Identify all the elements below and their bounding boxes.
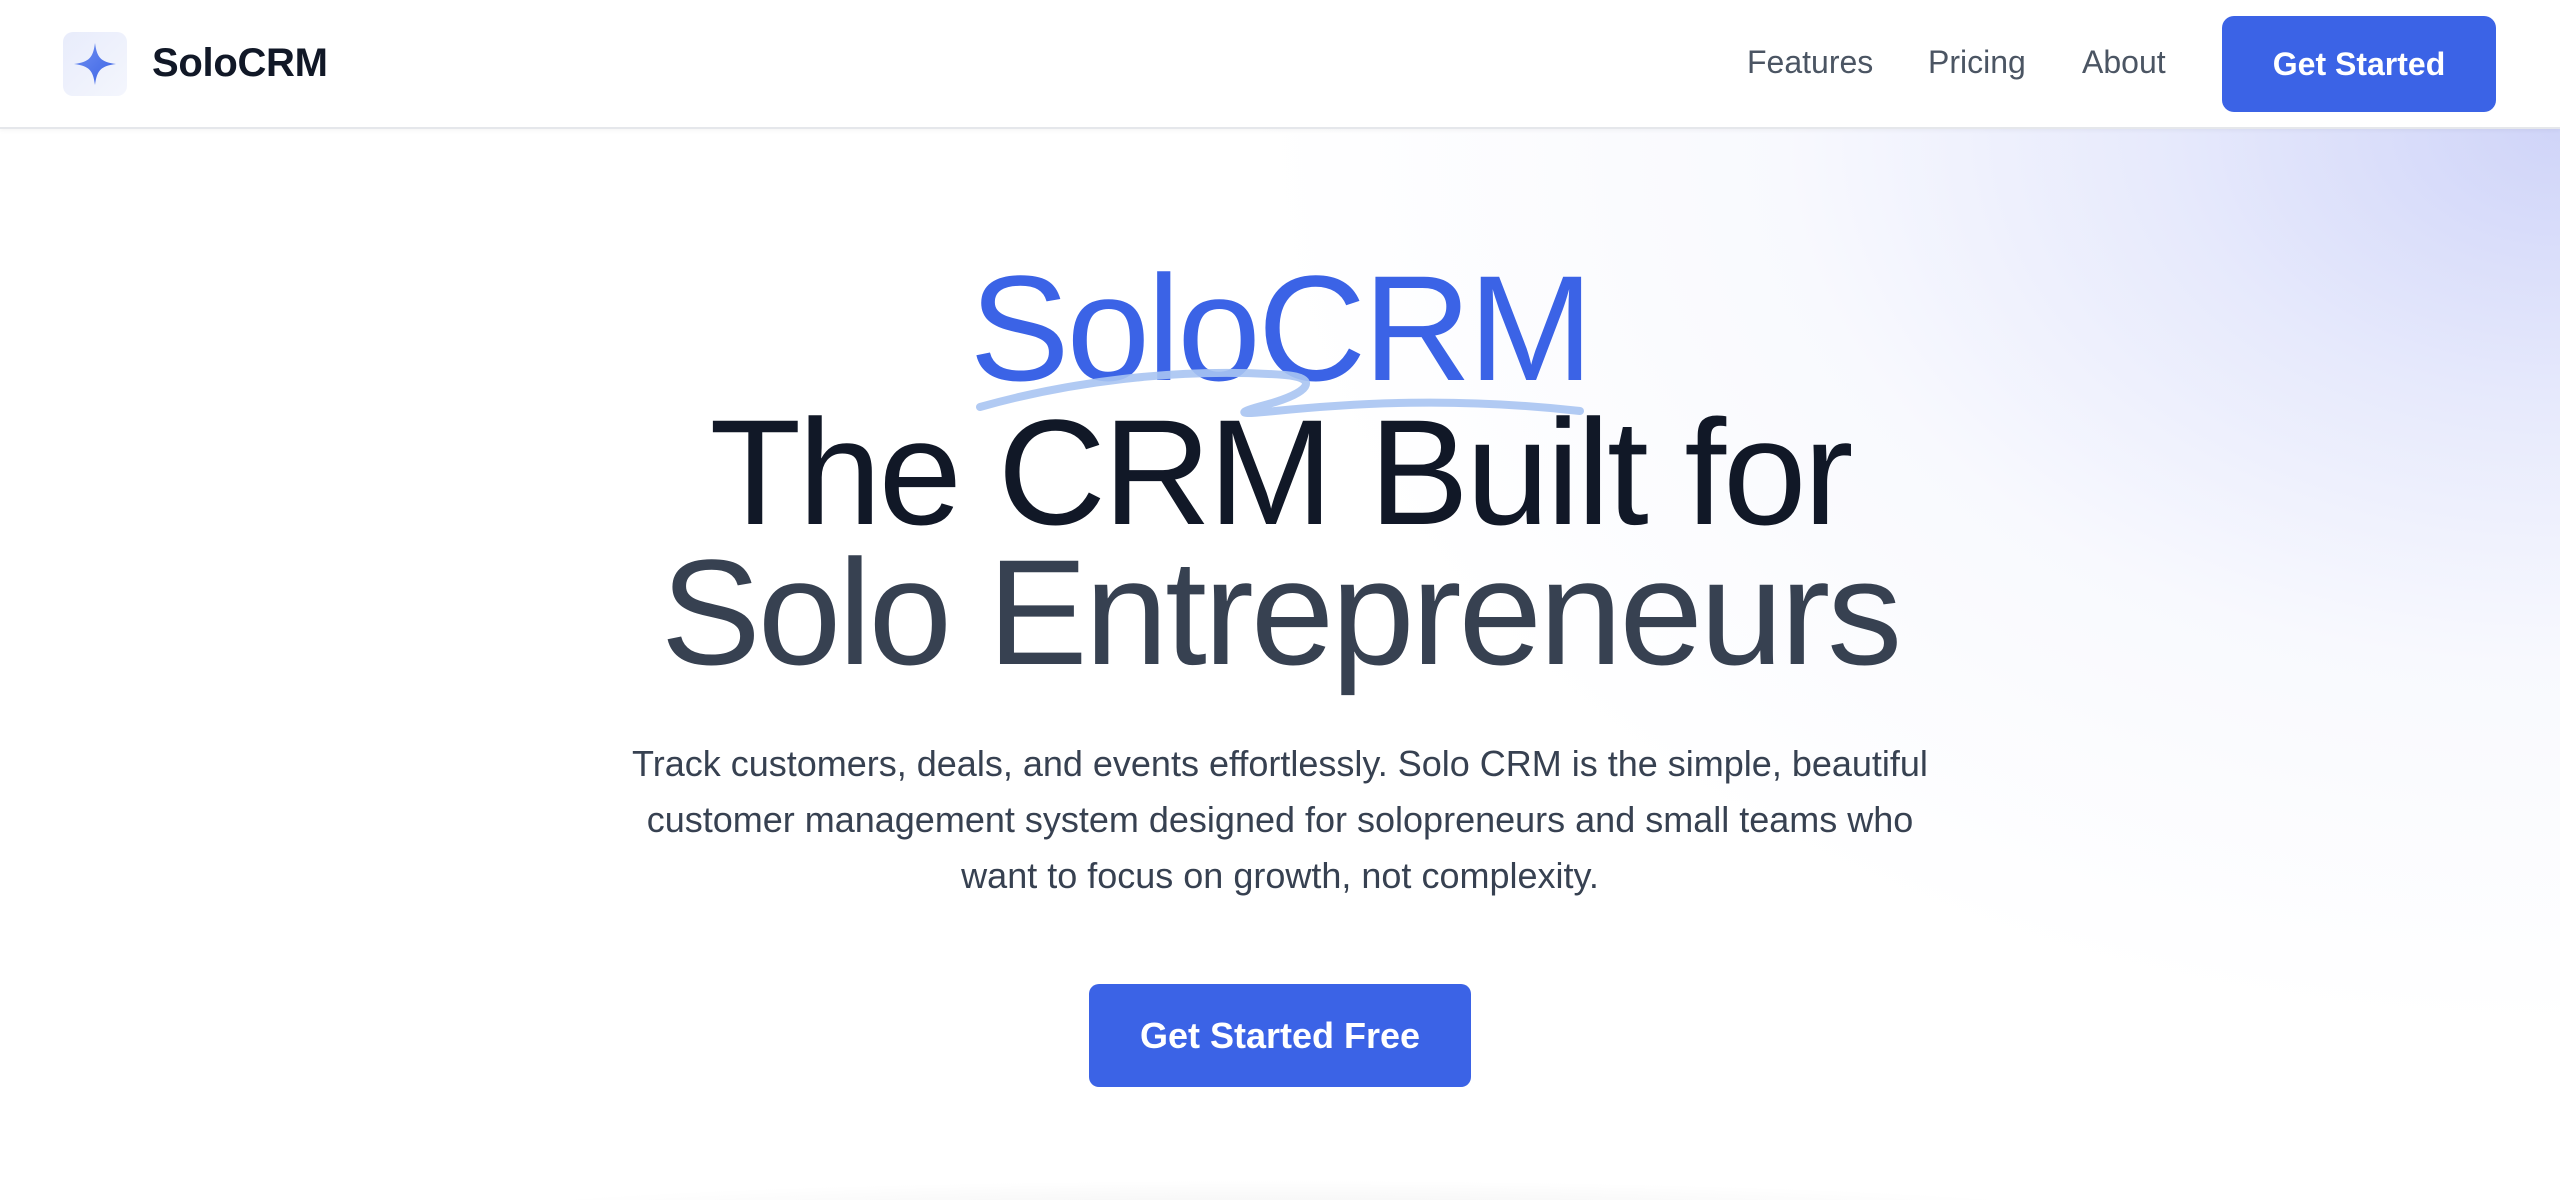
get-started-free-button[interactable]: Get Started Free [1089,984,1471,1087]
brand[interactable]: SoloCRM [63,31,328,96]
preview-card-shadow [420,1160,2140,1200]
nav-link-pricing[interactable]: Pricing [1928,40,2026,84]
nav-link-features[interactable]: Features [1747,40,1873,84]
sparkle-star-icon [74,42,116,85]
top-navbar: SoloCRM Features Pricing About Get Start… [0,0,2560,129]
hero-description: Track customers, deals, and events effor… [632,743,1928,896]
logo [63,31,127,96]
nav-link-about[interactable]: About [2082,40,2166,84]
brand-name: SoloCRM [152,41,328,85]
hero-title-line-3: Solo Entrepreneurs [660,528,1902,696]
get-started-button[interactable]: Get Started [2222,16,2496,112]
landing-page: SoloCRM Features Pricing About Get Start… [0,0,2560,1200]
